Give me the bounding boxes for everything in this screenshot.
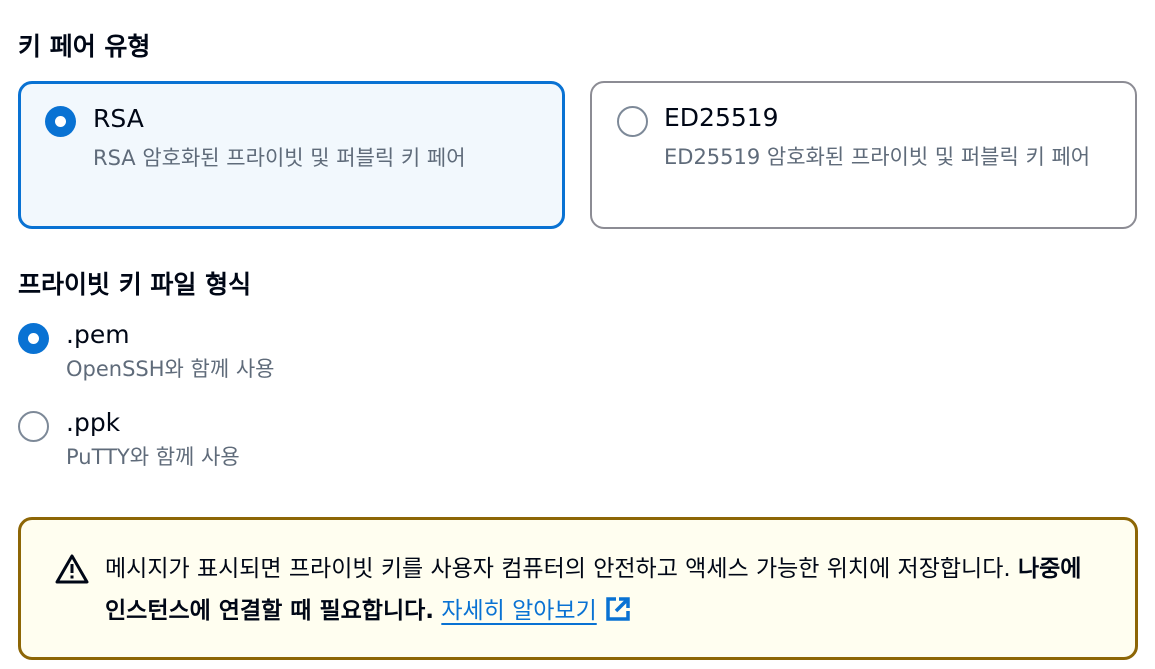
warning-icon	[55, 554, 89, 584]
key-type-ed25519-tile[interactable]: ED25519 ED25519 암호화된 프라이빗 및 퍼블릭 키 페어	[590, 81, 1137, 229]
file-format-pem-option[interactable]: .pem OpenSSH와 함께 사용	[18, 320, 418, 400]
file-format-pem-description: OpenSSH와 함께 사용	[66, 357, 275, 381]
radio-unselected-icon[interactable]	[617, 106, 648, 137]
file-format-heading: 프라이빗 키 파일 형식	[18, 270, 252, 299]
radio-selected-icon[interactable]	[45, 106, 76, 137]
file-format-ppk-description: PuTTY와 함께 사용	[66, 445, 240, 469]
alert-text: 메시지가 표시되면 프라이빗 키를 사용자 컴퓨터의 안전하고 액세스 가능한 …	[105, 556, 1011, 582]
file-format-ppk-label: .ppk	[66, 408, 121, 437]
key-type-rsa-tile[interactable]: RSA RSA 암호화된 프라이빗 및 퍼블릭 키 페어	[18, 81, 565, 229]
key-type-ed25519-label: ED25519	[664, 103, 779, 132]
key-type-ed25519-description: ED25519 암호화된 프라이빗 및 퍼블릭 키 페어	[664, 145, 1091, 169]
key-pair-settings: 키 페어 유형 RSA RSA 암호화된 프라이빗 및 퍼블릭 키 페어 ED2…	[0, 0, 1155, 669]
alert-message: 메시지가 표시되면 프라이빗 키를 사용자 컴퓨터의 안전하고 액세스 가능한 …	[105, 548, 1105, 632]
key-type-rsa-label: RSA	[93, 104, 144, 133]
file-format-ppk-option[interactable]: .ppk PuTTY와 함께 사용	[18, 408, 418, 488]
radio-selected-icon[interactable]	[18, 323, 49, 354]
learn-more-link[interactable]: 자세히 알아보기	[441, 598, 596, 624]
external-link-icon[interactable]	[605, 596, 631, 622]
warning-alert: 메시지가 표시되면 프라이빗 키를 사용자 컴퓨터의 안전하고 액세스 가능한 …	[18, 517, 1138, 660]
key-type-rsa-description: RSA 암호화된 프라이빗 및 퍼블릭 키 페어	[93, 146, 466, 170]
file-format-pem-label: .pem	[66, 320, 130, 349]
key-type-heading: 키 페어 유형	[18, 32, 151, 61]
radio-unselected-icon[interactable]	[18, 411, 49, 442]
